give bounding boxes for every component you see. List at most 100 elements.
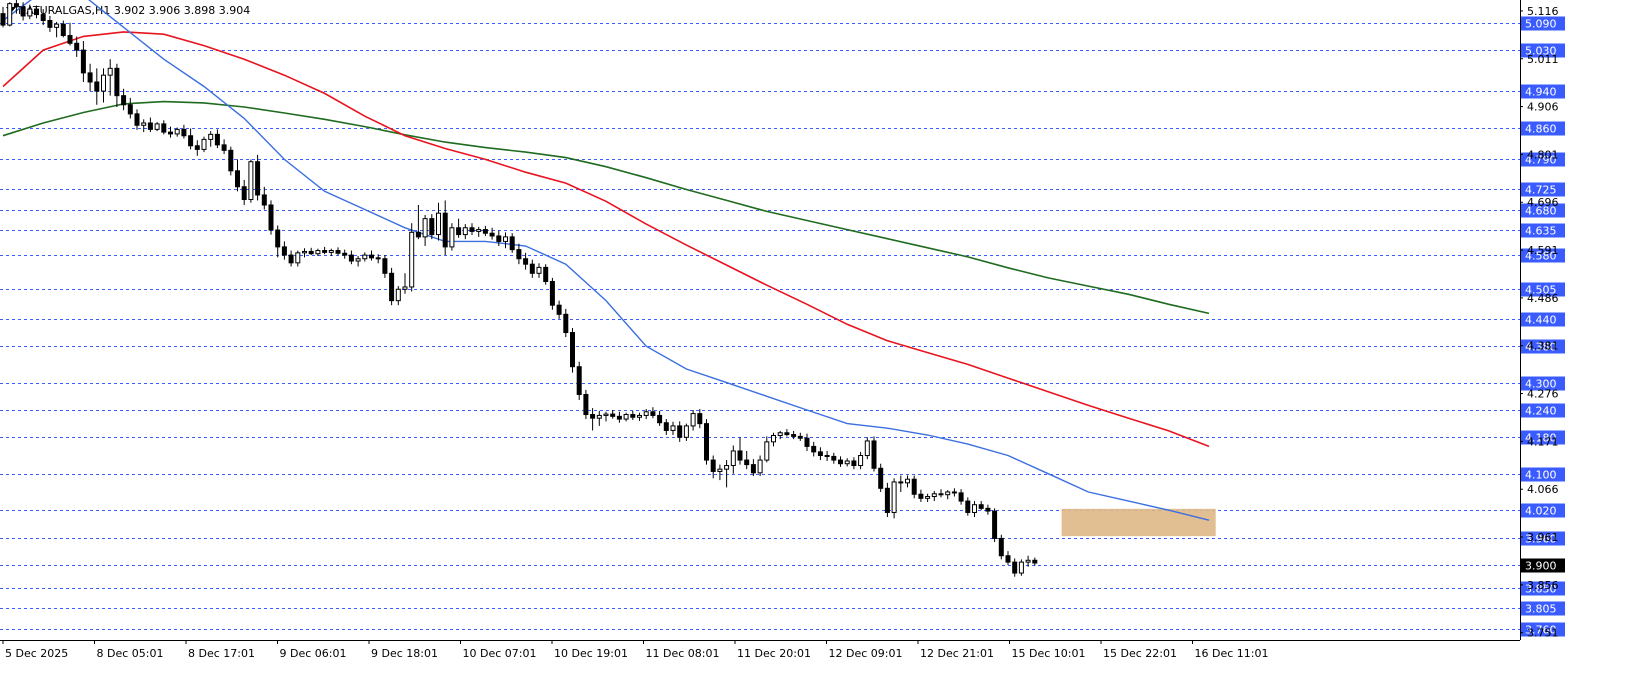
candle-body [925,496,931,499]
level-price-label: 4.100 [1525,469,1557,482]
candle-body [576,366,582,395]
level-price-label: 5.090 [1525,18,1557,31]
y-tick-label: 4.066 [1527,483,1559,496]
candle-body [536,266,542,274]
candle-body [40,14,46,21]
candle-body [630,414,636,418]
candle-body [168,131,173,135]
candle-body [389,272,395,302]
y-tick-label: 4.591 [1527,244,1559,257]
candle-body [771,434,776,443]
candle-body [308,250,314,255]
level-price-label: 3.900 [1525,560,1557,573]
ma-mid-line [2,31,1210,448]
candle-body [1032,559,1038,564]
x-tick-label: 15 Dec 22:01 [1103,647,1177,660]
y-tick-label: 5.116 [1527,5,1559,18]
candle-body [824,455,830,458]
candle-body [20,6,26,17]
candle-body [74,42,80,51]
candle-body [34,8,39,16]
candle-body [657,414,663,424]
price-chart[interactable]: 5.0905.0304.9404.8604.7904.7254.6804.635… [0,0,1641,696]
candles [0,0,1038,577]
candle-body [757,459,763,474]
candle-body [409,231,415,288]
candle-body [436,212,441,236]
highlight-zone-group [1061,508,1216,537]
y-tick-label: 4.696 [1527,196,1559,209]
candle-body [918,493,924,499]
candle-body [958,492,964,502]
candle-body [590,414,596,419]
candle-body [503,236,508,242]
candle-body [804,437,810,447]
candle-body [750,464,756,474]
x-tick-label: 11 Dec 08:01 [646,647,720,660]
candle-body [375,257,381,260]
candle-body [784,432,790,436]
candle-body [295,252,301,264]
highlight-zone [1061,508,1216,537]
candle-body [121,95,127,106]
candle-body [476,229,482,232]
candle-body [717,468,723,472]
candle-body [335,250,341,254]
candle-body [690,413,696,427]
x-tick-label: 15 Dec 10:01 [1012,647,1086,660]
candle-body [228,149,234,172]
candle-body [891,481,897,513]
candle-body [288,254,294,264]
candle-body [697,413,703,425]
candle-body [529,263,535,274]
x-tick-label: 9 Dec 06:01 [280,647,347,660]
candle-body [683,425,689,438]
x-tick-label: 10 Dec 07:01 [463,647,537,660]
candle-body [342,252,348,256]
candle-body [322,250,328,253]
candle-body [704,423,709,461]
candle-body [549,281,555,306]
candle-body [422,218,428,238]
candle-body [509,236,515,251]
y-tick-label: 3.856 [1527,579,1559,592]
candle-body [838,459,843,465]
candle-body [931,493,937,498]
candle-body [556,304,562,315]
candle-body [1025,559,1031,563]
candle-body [797,435,803,439]
candle-body [482,229,488,234]
candle-body [643,411,649,416]
candle-body [13,3,19,8]
x-tick-label: 10 Dec 19:01 [554,647,628,660]
level-price-label: 4.725 [1525,184,1557,197]
candle-body [54,23,60,28]
level-price-label: 4.440 [1525,314,1557,327]
candle-body [871,440,877,469]
candle-body [369,254,374,259]
candle-body [7,3,13,26]
candle-body [1018,561,1024,574]
y-tick-label: 4.801 [1527,148,1559,161]
candle-body [161,123,167,133]
candle-body [744,459,750,466]
candle-body [348,254,354,262]
candle-body [543,266,549,283]
candle-body [992,510,998,539]
candle-body [60,23,66,37]
candle-body [67,35,73,44]
candle-body [27,8,33,17]
candle-body [181,128,187,137]
candle-body [851,460,857,467]
y-tick-label: 4.276 [1527,388,1559,401]
candle-body [831,455,837,461]
y-tick-label: 5.011 [1527,53,1559,66]
candle-body [235,170,240,188]
candle-body [570,332,575,368]
candle-body [677,425,683,438]
candle-body [395,288,401,302]
candle-body [94,81,100,92]
candle-body [114,67,120,97]
candle-body [214,133,220,146]
candle-body [663,422,669,431]
